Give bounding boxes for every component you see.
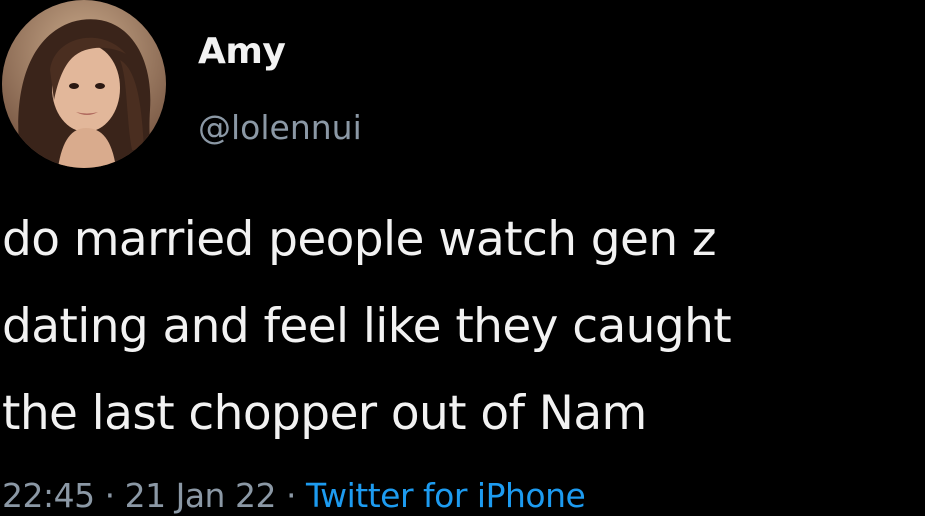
tweet-card: Amy @lolennui do married people watch ge… <box>0 0 925 516</box>
author-display-name[interactable]: Amy <box>198 30 362 74</box>
avatar[interactable] <box>2 0 166 168</box>
tweet-source-link[interactable]: Twitter for iPhone <box>306 476 586 515</box>
tweet-text: do married people watch gen z dating and… <box>2 212 732 441</box>
author-handle[interactable]: @lolennui <box>198 106 362 150</box>
tweet-meta: 22:45 · 21 Jan 22 · Twitter for iPhone <box>2 474 586 516</box>
tweet-author: Amy @lolennui <box>198 30 362 150</box>
meta-separator: · <box>104 476 116 515</box>
avatar-photo <box>2 0 166 168</box>
tweet-date[interactable]: 21 Jan 22 <box>125 476 277 515</box>
tweet-time[interactable]: 22:45 <box>2 476 95 515</box>
meta-separator: · <box>285 476 297 515</box>
